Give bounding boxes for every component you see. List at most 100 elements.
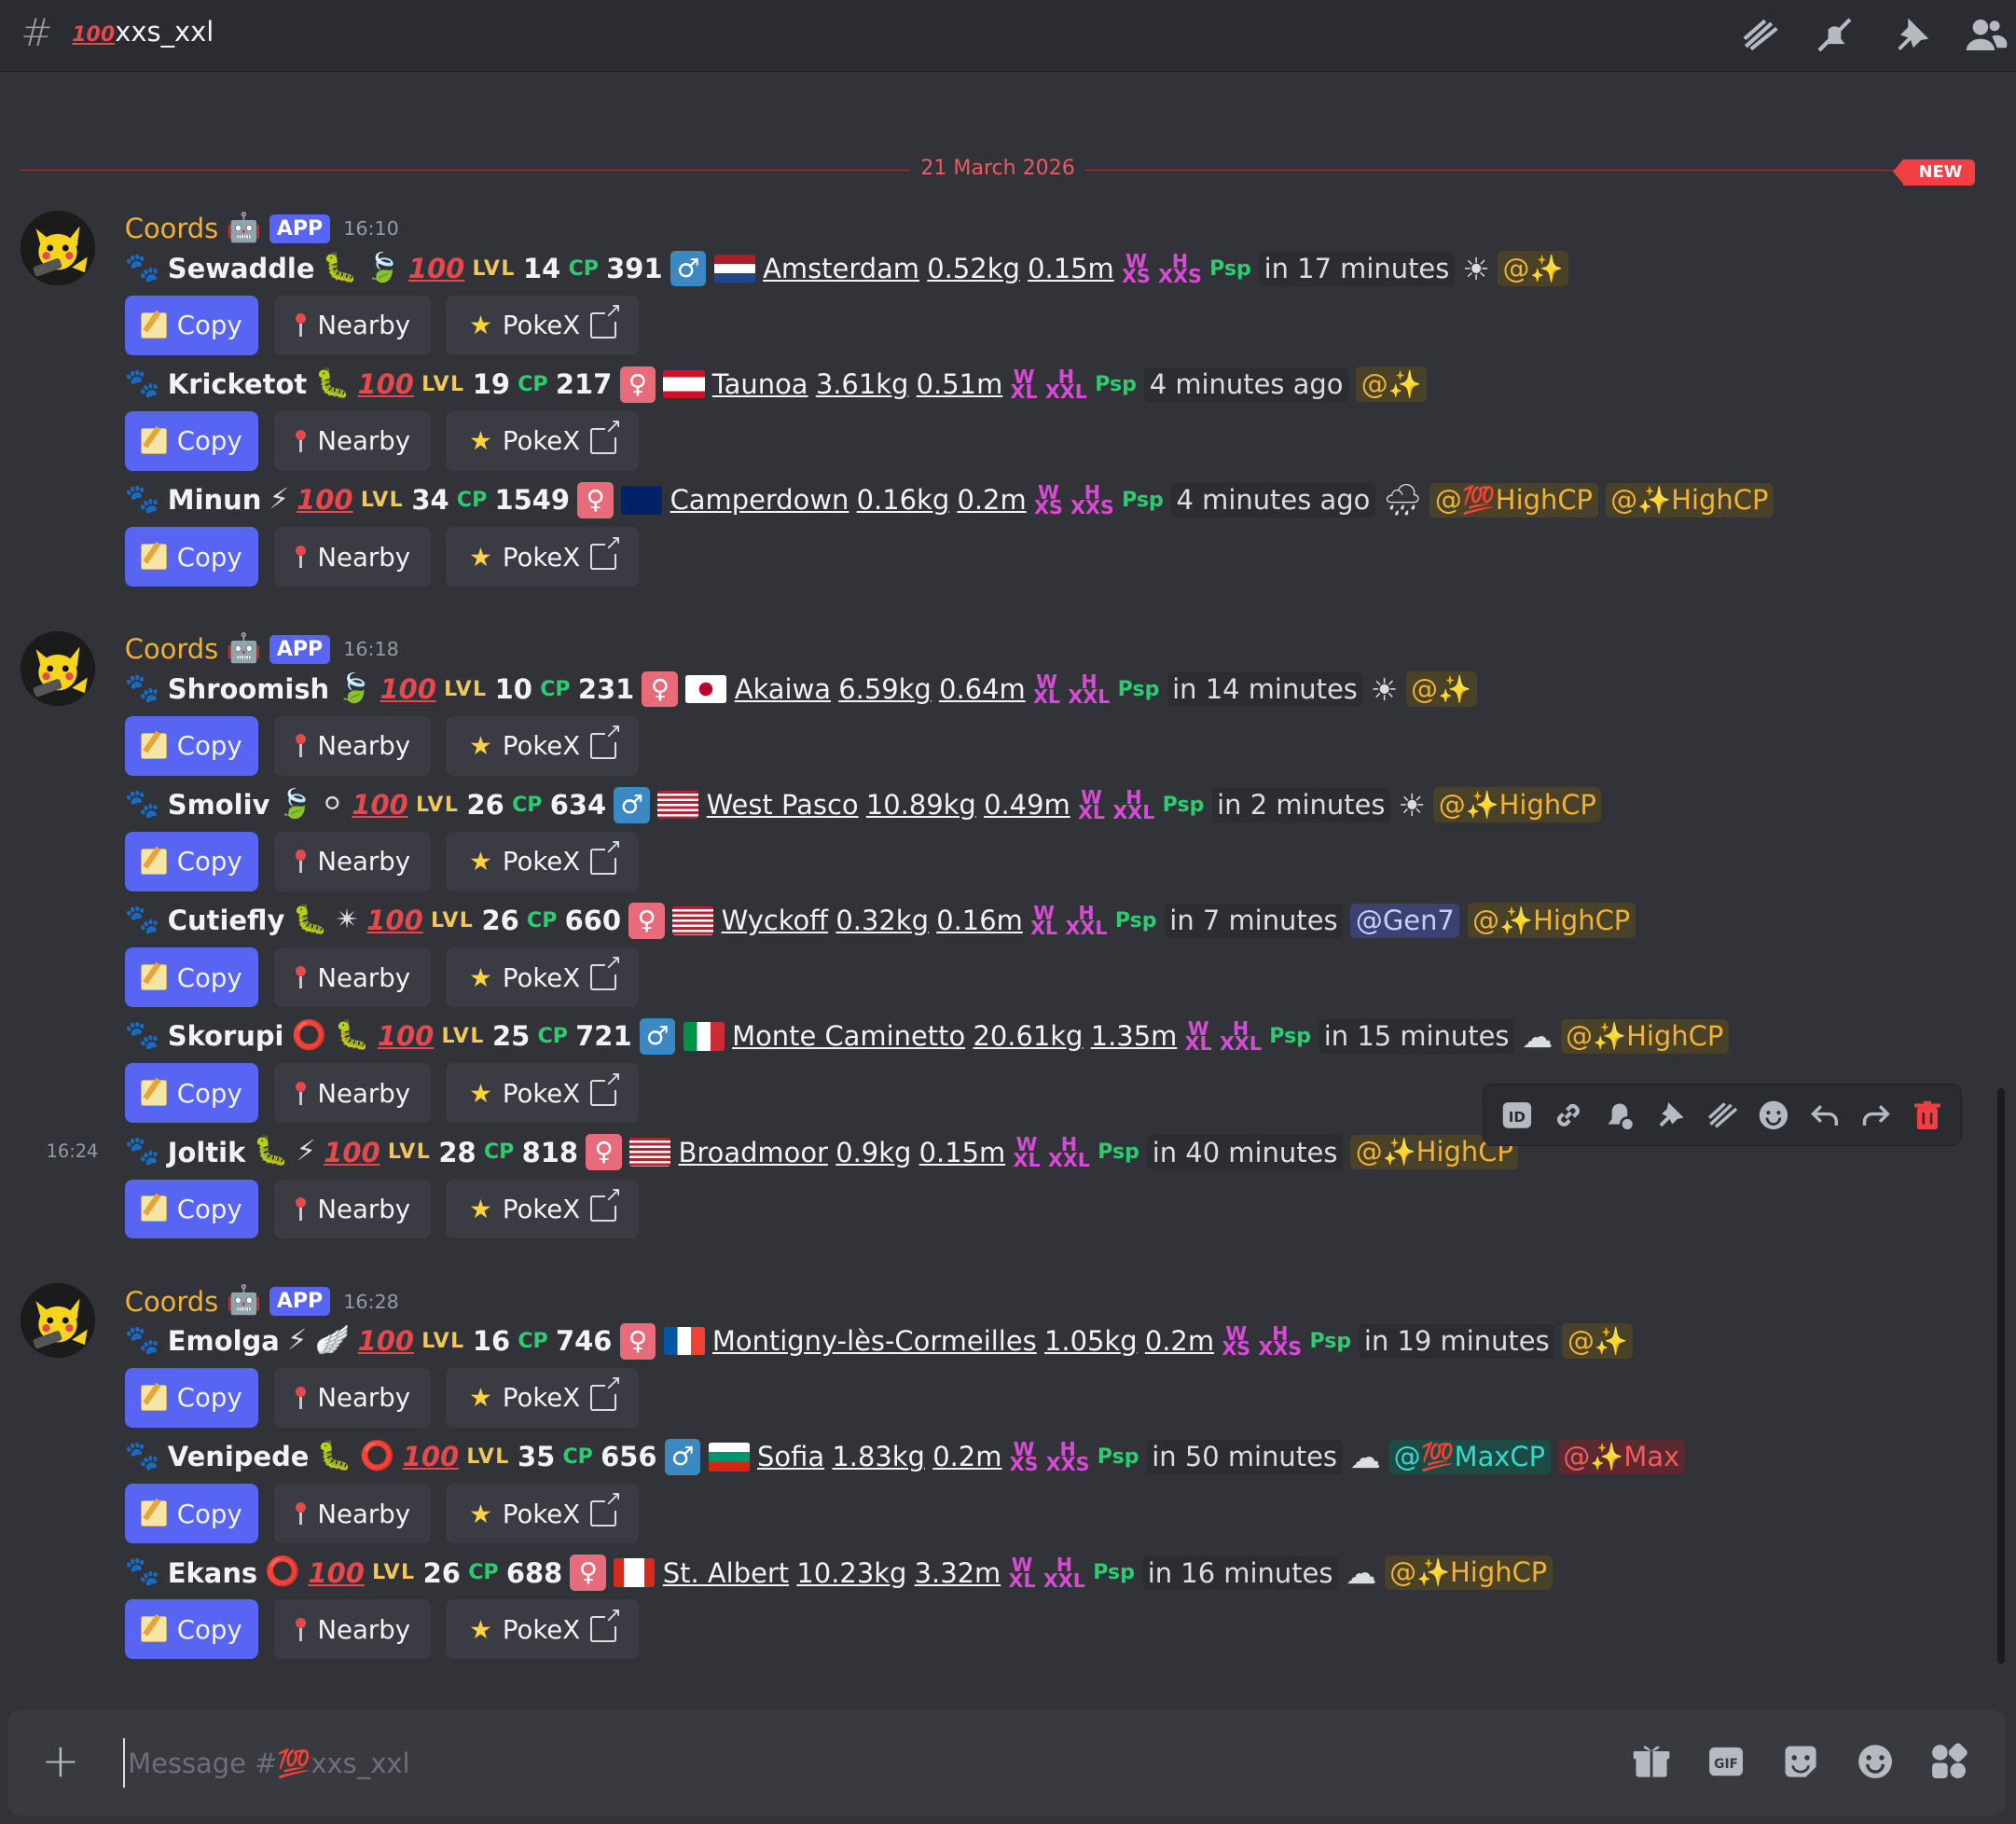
role-mention[interactable]: @💯HighCP xyxy=(1429,482,1598,518)
role-mention[interactable]: @💯MaxCP xyxy=(1388,1439,1551,1475)
weight-link[interactable]: 0.16kg xyxy=(857,484,950,516)
pin-message-icon[interactable] xyxy=(1650,1093,1693,1137)
pokex-button[interactable]: ★ PokeX xyxy=(446,832,640,891)
id-icon[interactable]: ID xyxy=(1495,1093,1539,1137)
copy-button[interactable]: Copy xyxy=(124,832,259,891)
nearby-button[interactable]: Nearby xyxy=(273,296,431,355)
role-mention[interactable]: @✨ xyxy=(1405,671,1477,707)
pokex-button[interactable]: ★ PokeX xyxy=(446,296,640,355)
apps-icon[interactable] xyxy=(1928,1741,1972,1785)
role-mention[interactable]: @✨HighCP xyxy=(1467,903,1636,939)
reply-icon[interactable] xyxy=(1803,1093,1847,1137)
role-mention[interactable]: @✨ xyxy=(1498,251,1569,287)
role-mention[interactable]: @✨ xyxy=(1356,366,1428,403)
pokex-button[interactable]: ★ PokeX xyxy=(446,947,640,1007)
copy-button[interactable]: Copy xyxy=(124,716,259,776)
channel-title[interactable]: 100xxs_xxl xyxy=(72,16,214,48)
copy-button[interactable]: Copy xyxy=(124,1179,259,1238)
location-link[interactable]: Broadmoor xyxy=(679,1137,828,1168)
height-link[interactable]: 0.2m xyxy=(957,484,1026,516)
location-link[interactable]: Monte Caminetto xyxy=(732,1020,965,1052)
timestamp[interactable]: 16:10 xyxy=(343,217,399,240)
copy-button[interactable]: Copy xyxy=(124,947,259,1007)
copy-button[interactable]: Copy xyxy=(124,527,259,587)
nearby-button[interactable]: Nearby xyxy=(273,1179,431,1238)
location-link[interactable]: Akaiwa xyxy=(735,673,831,705)
avatar[interactable] xyxy=(21,211,96,286)
avatar[interactable] xyxy=(21,1283,96,1359)
add-attachment-button[interactable]: + xyxy=(41,1734,80,1788)
nearby-button[interactable]: Nearby xyxy=(273,832,431,891)
weight-link[interactable]: 20.61kg xyxy=(973,1020,1083,1052)
nearby-button[interactable]: Nearby xyxy=(273,527,431,587)
height-link[interactable]: 0.15m xyxy=(1028,253,1114,284)
nearby-button[interactable]: Nearby xyxy=(273,1368,431,1428)
timestamp[interactable]: 16:18 xyxy=(343,638,399,660)
role-mention[interactable]: @✨HighCP xyxy=(1384,1555,1553,1591)
pokex-button[interactable]: ★ PokeX xyxy=(446,716,640,776)
role-mention[interactable]: @✨HighCP xyxy=(1433,787,1602,823)
location-link[interactable]: Sofia xyxy=(757,1441,824,1472)
location-link[interactable]: Amsterdam xyxy=(763,253,919,284)
height-link[interactable]: 1.35m xyxy=(1091,1020,1178,1052)
height-link[interactable]: 0.2m xyxy=(1145,1325,1214,1357)
members-icon[interactable] xyxy=(1964,13,2008,57)
pin-icon[interactable] xyxy=(1890,13,1934,57)
height-link[interactable]: 0.16m xyxy=(936,905,1023,936)
weight-link[interactable]: 0.52kg xyxy=(927,253,1020,284)
reminder-icon[interactable] xyxy=(1598,1093,1642,1137)
nearby-button[interactable]: Nearby xyxy=(273,947,431,1007)
height-link[interactable]: 0.64m xyxy=(939,673,1026,705)
scrollbar[interactable] xyxy=(1996,1087,2005,1665)
weight-link[interactable]: 0.32kg xyxy=(835,905,929,936)
height-link[interactable]: 0.49m xyxy=(984,789,1070,821)
author-name[interactable]: Coords xyxy=(125,213,218,244)
thread-icon[interactable] xyxy=(1701,1093,1745,1137)
location-link[interactable]: Taunoa xyxy=(712,368,808,400)
weight-link[interactable]: 10.23kg xyxy=(796,1557,906,1589)
author-name[interactable]: Coords xyxy=(125,633,218,665)
role-mention[interactable]: @✨ xyxy=(1562,1323,1634,1360)
nearby-button[interactable]: Nearby xyxy=(273,1063,431,1123)
weight-link[interactable]: 10.89kg xyxy=(866,789,976,821)
weight-link[interactable]: 0.9kg xyxy=(835,1137,911,1168)
height-link[interactable]: 0.51m xyxy=(917,368,1003,400)
weight-link[interactable]: 1.83kg xyxy=(832,1441,925,1472)
height-link[interactable]: 0.15m xyxy=(919,1137,1006,1168)
role-mention[interactable]: @✨HighCP xyxy=(1560,1018,1729,1055)
pokex-button[interactable]: ★ PokeX xyxy=(446,1179,640,1238)
location-link[interactable]: St. Albert xyxy=(663,1557,789,1589)
reaction-icon[interactable] xyxy=(1752,1093,1796,1137)
message-input[interactable] xyxy=(123,1738,1281,1788)
avatar[interactable] xyxy=(21,631,96,707)
pokex-button[interactable]: ★ PokeX xyxy=(446,1599,640,1659)
role-mention[interactable]: @✨HighCP xyxy=(1605,482,1774,518)
forward-icon[interactable] xyxy=(1855,1093,1899,1137)
location-link[interactable]: Camperdown xyxy=(670,484,849,516)
copy-button[interactable]: Copy xyxy=(124,1063,259,1123)
pokex-button[interactable]: ★ PokeX xyxy=(446,1063,640,1123)
copy-button[interactable]: Copy xyxy=(124,411,259,471)
copy-button[interactable]: Copy xyxy=(124,1368,259,1428)
weight-link[interactable]: 1.05kg xyxy=(1044,1325,1138,1357)
sticker-icon[interactable] xyxy=(1780,1741,1824,1785)
pokex-button[interactable]: ★ PokeX xyxy=(446,1368,640,1428)
pokex-button[interactable]: ★ PokeX xyxy=(446,1484,640,1543)
timestamp[interactable]: 16:28 xyxy=(343,1291,399,1313)
location-link[interactable]: Montigny-lès-Cormeilles xyxy=(712,1325,1037,1357)
weight-link[interactable]: 3.61kg xyxy=(816,368,909,400)
gift-icon[interactable] xyxy=(1631,1741,1675,1785)
height-link[interactable]: 3.32m xyxy=(915,1557,1001,1589)
copy-button[interactable]: Copy xyxy=(124,296,259,355)
threads-icon[interactable] xyxy=(1738,13,1782,57)
height-link[interactable]: 0.2m xyxy=(932,1441,1001,1472)
author-name[interactable]: Coords xyxy=(125,1286,218,1318)
emoji-icon[interactable] xyxy=(1855,1741,1899,1785)
role-mention[interactable]: @✨Max xyxy=(1557,1439,1685,1475)
mute-bell-icon[interactable] xyxy=(1813,13,1857,57)
pokex-button[interactable]: ★ PokeX xyxy=(446,411,640,471)
location-link[interactable]: Wyckoff xyxy=(722,905,829,936)
pokex-button[interactable]: ★ PokeX xyxy=(446,527,640,587)
nearby-button[interactable]: Nearby xyxy=(273,411,431,471)
delete-icon[interactable] xyxy=(1906,1093,1950,1137)
